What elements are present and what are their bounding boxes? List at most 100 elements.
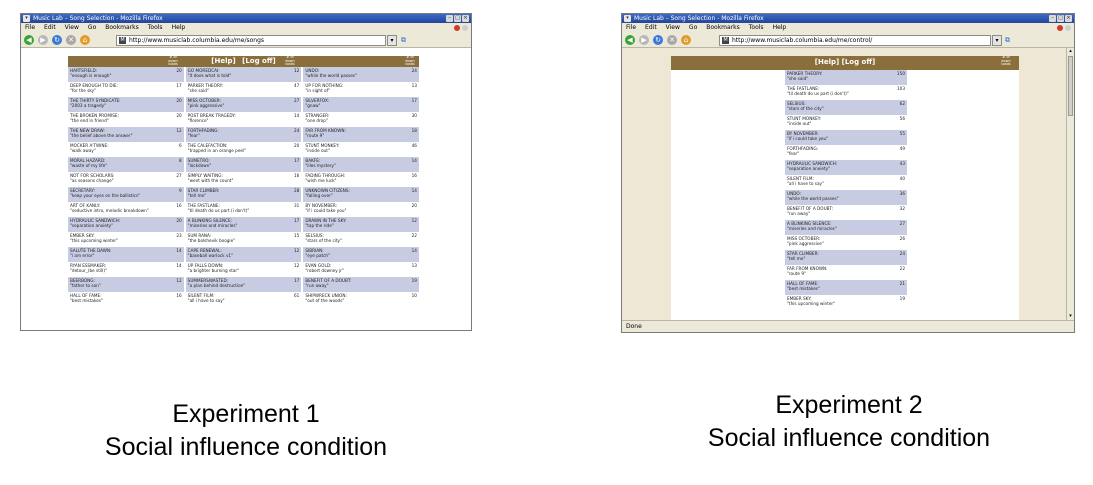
song-row[interactable]: SILENT FILM: "all i have to say" 40 xyxy=(785,175,907,190)
song-title[interactable]: STAR CLIMBER: "tell me" xyxy=(188,188,220,202)
home-icon[interactable]: ⌂ xyxy=(681,35,691,45)
song-title[interactable]: A BLINKING SILENCE: "miseries and miracle… xyxy=(188,218,238,232)
back-icon[interactable]: ◀ xyxy=(625,35,635,45)
song-cell[interactable]: ART OF KANLY: "seductive intro, melodic b… xyxy=(68,202,184,217)
song-title[interactable]: FAR FROM KNOWN: "route 9" xyxy=(787,266,828,280)
song-row[interactable]: FORTHFADING: "fear" 49 xyxy=(785,145,907,160)
song-cell[interactable]: HALL OF FAME: "best mistakes" 16 xyxy=(68,292,184,307)
close-button[interactable]: × xyxy=(1065,15,1072,22)
song-cell[interactable]: BENEFIT OF A DOUBT: "run away" 19 xyxy=(303,277,419,292)
song-title[interactable]: SILVERFOX: "gnaw" xyxy=(305,98,329,112)
song-title[interactable]: STRANGER: "one drop" xyxy=(305,113,329,127)
menu-file[interactable]: File xyxy=(626,23,636,33)
song-title[interactable]: SELSIUS: "stars of the city" xyxy=(305,233,342,247)
song-title[interactable]: UNDO: "while the world passes" xyxy=(787,191,839,205)
menu-tools[interactable]: Tools xyxy=(148,23,163,33)
song-cell[interactable]: FAR FROM KNOWN: "route 9" 18 xyxy=(303,127,419,142)
song-title[interactable]: BY NOVEMBER: "if i could take you" xyxy=(305,203,346,217)
reload-icon[interactable]: ↻ xyxy=(653,35,663,45)
song-title[interactable]: UP FOR NOTHING: "in sight of" xyxy=(305,83,343,97)
scrollbar-thumb[interactable] xyxy=(1068,56,1073,116)
song-cell[interactable]: STRANGER: "one drop" 30 xyxy=(303,112,419,127)
stop-nav-icon[interactable]: ✕ xyxy=(66,35,76,45)
song-row[interactable]: BY NOVEMBER: "if i could take you" 55 xyxy=(785,130,907,145)
scroll-up-icon[interactable]: ▴ xyxy=(1067,48,1074,55)
song-cell[interactable]: SIMPLY WAITING: "went with the count" 16 xyxy=(185,172,302,187)
song-title[interactable]: MISS OCTOBER: "pink aggressive" xyxy=(188,98,225,112)
song-title[interactable]: HALL OF FAME: "best mistakes" xyxy=(70,293,103,307)
song-title[interactable]: STUNT MONKEY: "inside out" xyxy=(787,116,821,130)
song-cell[interactable]: SALUTE THE DAWN: "i am error" 14 xyxy=(68,247,184,262)
menu-go[interactable]: Go xyxy=(88,23,96,33)
maximize-button[interactable]: □ xyxy=(1057,15,1064,22)
song-title[interactable]: SUMMERSWASTED: "a plan behind destruction… xyxy=(188,278,246,292)
song-row[interactable]: UNDO: "while the world passes" 36 xyxy=(785,190,907,205)
menu-edit[interactable]: Edit xyxy=(645,23,657,33)
song-cell[interactable]: DEEP ENOUGH TO DIE: "for the sky" 17 xyxy=(68,82,184,97)
song-title[interactable]: UNDO: "while the world passes" xyxy=(305,68,357,82)
song-title[interactable]: HYDRAULIC SANDWICH: "separation anxiety" xyxy=(70,218,120,232)
stop-icon[interactable] xyxy=(454,25,460,31)
song-title[interactable]: DRAWN IN THE SKY: "tap the ride" xyxy=(305,218,346,232)
song-cell[interactable]: MISS OCTOBER: "pink aggressive" 27 xyxy=(185,97,302,112)
minimize-button[interactable]: – xyxy=(1049,15,1056,22)
song-title[interactable]: SELSIUS: "stars of the city" xyxy=(787,101,824,115)
song-cell[interactable]: PARKER THEORY: "she said" 47 xyxy=(185,82,302,97)
logoff-link[interactable]: [Log off] xyxy=(242,57,276,65)
song-title[interactable]: BENEFIT OF A DOUBT: "run away" xyxy=(305,278,351,292)
song-row[interactable]: PARKER THEORY: "she said" 150 xyxy=(785,70,907,85)
song-title[interactable]: SILENT FILM: "all i have to say" xyxy=(188,293,225,307)
song-title[interactable]: STAR CLIMBER: "tell me" xyxy=(787,251,819,265)
song-cell[interactable]: EMBER SKY: "this upcoming winter" 23 xyxy=(68,232,184,247)
menu-edit[interactable]: Edit xyxy=(44,23,56,33)
song-title[interactable]: HYDRAULIC SANDWICH: "separation anxiety" xyxy=(787,161,837,175)
song-title[interactable]: EVAN GOLD: "robert downey jr" xyxy=(305,263,344,277)
song-cell[interactable]: STAR CLIMBER: "tell me" 28 xyxy=(185,187,302,202)
song-row[interactable]: STAR CLIMBER: "tell me" 24 xyxy=(785,250,907,265)
song-cell[interactable]: BAKFE: "illes mystery" 14 xyxy=(303,157,419,172)
vertical-scrollbar[interactable]: ▴ ▾ xyxy=(1066,48,1074,320)
song-cell[interactable]: SECRETARY: "keep your eyes on the ballist… xyxy=(68,187,184,202)
menu-bookmarks[interactable]: Bookmarks xyxy=(706,23,740,33)
song-title[interactable]: SIMPLY WAITING: "went with the count" xyxy=(188,173,234,187)
song-cell[interactable]: RYAN ESSMAKER: "detour_(be still)" 14 xyxy=(68,262,184,277)
song-cell[interactable]: THE BROKEN PROMISE: "the end in friend" 20 xyxy=(68,112,184,127)
song-title[interactable]: UP FALLS DOWN: "a brighter burning star" xyxy=(188,263,239,277)
song-title[interactable]: MOCKER A'TWINE: "walk away" xyxy=(70,143,109,157)
song-title[interactable]: MORAL HAZARD: "waste of my life" xyxy=(70,158,107,172)
song-title[interactable]: FADING THROUGH: "wish me luck" xyxy=(305,173,345,187)
song-title[interactable]: BY NOVEMBER: "if i could take you" xyxy=(787,131,828,145)
go-arrow-icon[interactable]: ⧉ xyxy=(1005,36,1015,45)
song-cell[interactable]: SILENT FILM: "all i have to say" 61 xyxy=(185,292,302,307)
song-row[interactable]: A BLINKING SILENCE: "miseries and miracle… xyxy=(785,220,907,235)
close-button[interactable]: × xyxy=(462,15,469,22)
song-title[interactable]: THE NEW DRAW: "the belief above the answe… xyxy=(70,128,133,142)
help-link[interactable]: [Help] xyxy=(211,57,235,65)
song-row[interactable]: HALL OF FAME: "best mistakes" 21 xyxy=(785,280,907,295)
song-title[interactable]: PARKER THEORY: "she said" xyxy=(787,71,822,85)
home-icon[interactable]: ⌂ xyxy=(80,35,90,45)
song-cell[interactable]: UNKNOWN CITIZENS: "falling over" 14 xyxy=(303,187,419,202)
go-arrow-icon[interactable]: ⧉ xyxy=(401,36,411,45)
song-title[interactable]: UNKNOWN CITIZENS: "falling over" xyxy=(305,188,350,202)
song-title[interactable]: A BLINKING SILENCE: "miseries and miracle… xyxy=(787,221,837,235)
song-cell[interactable]: MORAL HAZARD: "waste of my life" 8 xyxy=(68,157,184,172)
song-title[interactable]: FORTHFADING: "fear" xyxy=(188,128,219,142)
song-cell[interactable]: SUM RANA: "the bolshevik boogie" 15 xyxy=(185,232,302,247)
song-title[interactable]: BAKFE: "illes mystery" xyxy=(305,158,336,172)
song-cell[interactable]: THE NEW DRAW: "the belief above the answe… xyxy=(68,127,184,142)
song-title[interactable]: SILENT FILM: "all i have to say" xyxy=(787,176,824,190)
song-title[interactable]: SIBRIAN: "eye patch" xyxy=(305,248,330,262)
song-cell[interactable]: EVAN GOLD: "robert downey jr" 13 xyxy=(303,262,419,277)
song-title[interactable]: HARTSFIELD: "enough is enough" xyxy=(70,68,111,82)
song-row[interactable]: EMBER SKY: "this upcoming winter" 19 xyxy=(785,295,907,310)
song-cell[interactable]: UP FALLS DOWN: "a brighter burning star" 1… xyxy=(185,262,302,277)
address-bar[interactable]: M http://www.musiclab.columbia.edu/me/so… xyxy=(116,35,386,46)
menu-tools[interactable]: Tools xyxy=(749,23,764,33)
song-cell[interactable]: DRAWN IN THE SKY: "tap the ride" 12 xyxy=(303,217,419,232)
song-cell[interactable]: STUNT MONKEY: "inside out" 46 xyxy=(303,142,419,157)
song-title[interactable]: THE THIRTY SYNDICATE: "2003 a tragedy" xyxy=(70,98,121,112)
address-bar[interactable]: M http://www.musiclab.columbia.edu/me/co… xyxy=(719,35,991,46)
menu-view[interactable]: View xyxy=(666,23,680,33)
song-row[interactable]: SELSIUS: "stars of the city" 62 xyxy=(785,100,907,115)
